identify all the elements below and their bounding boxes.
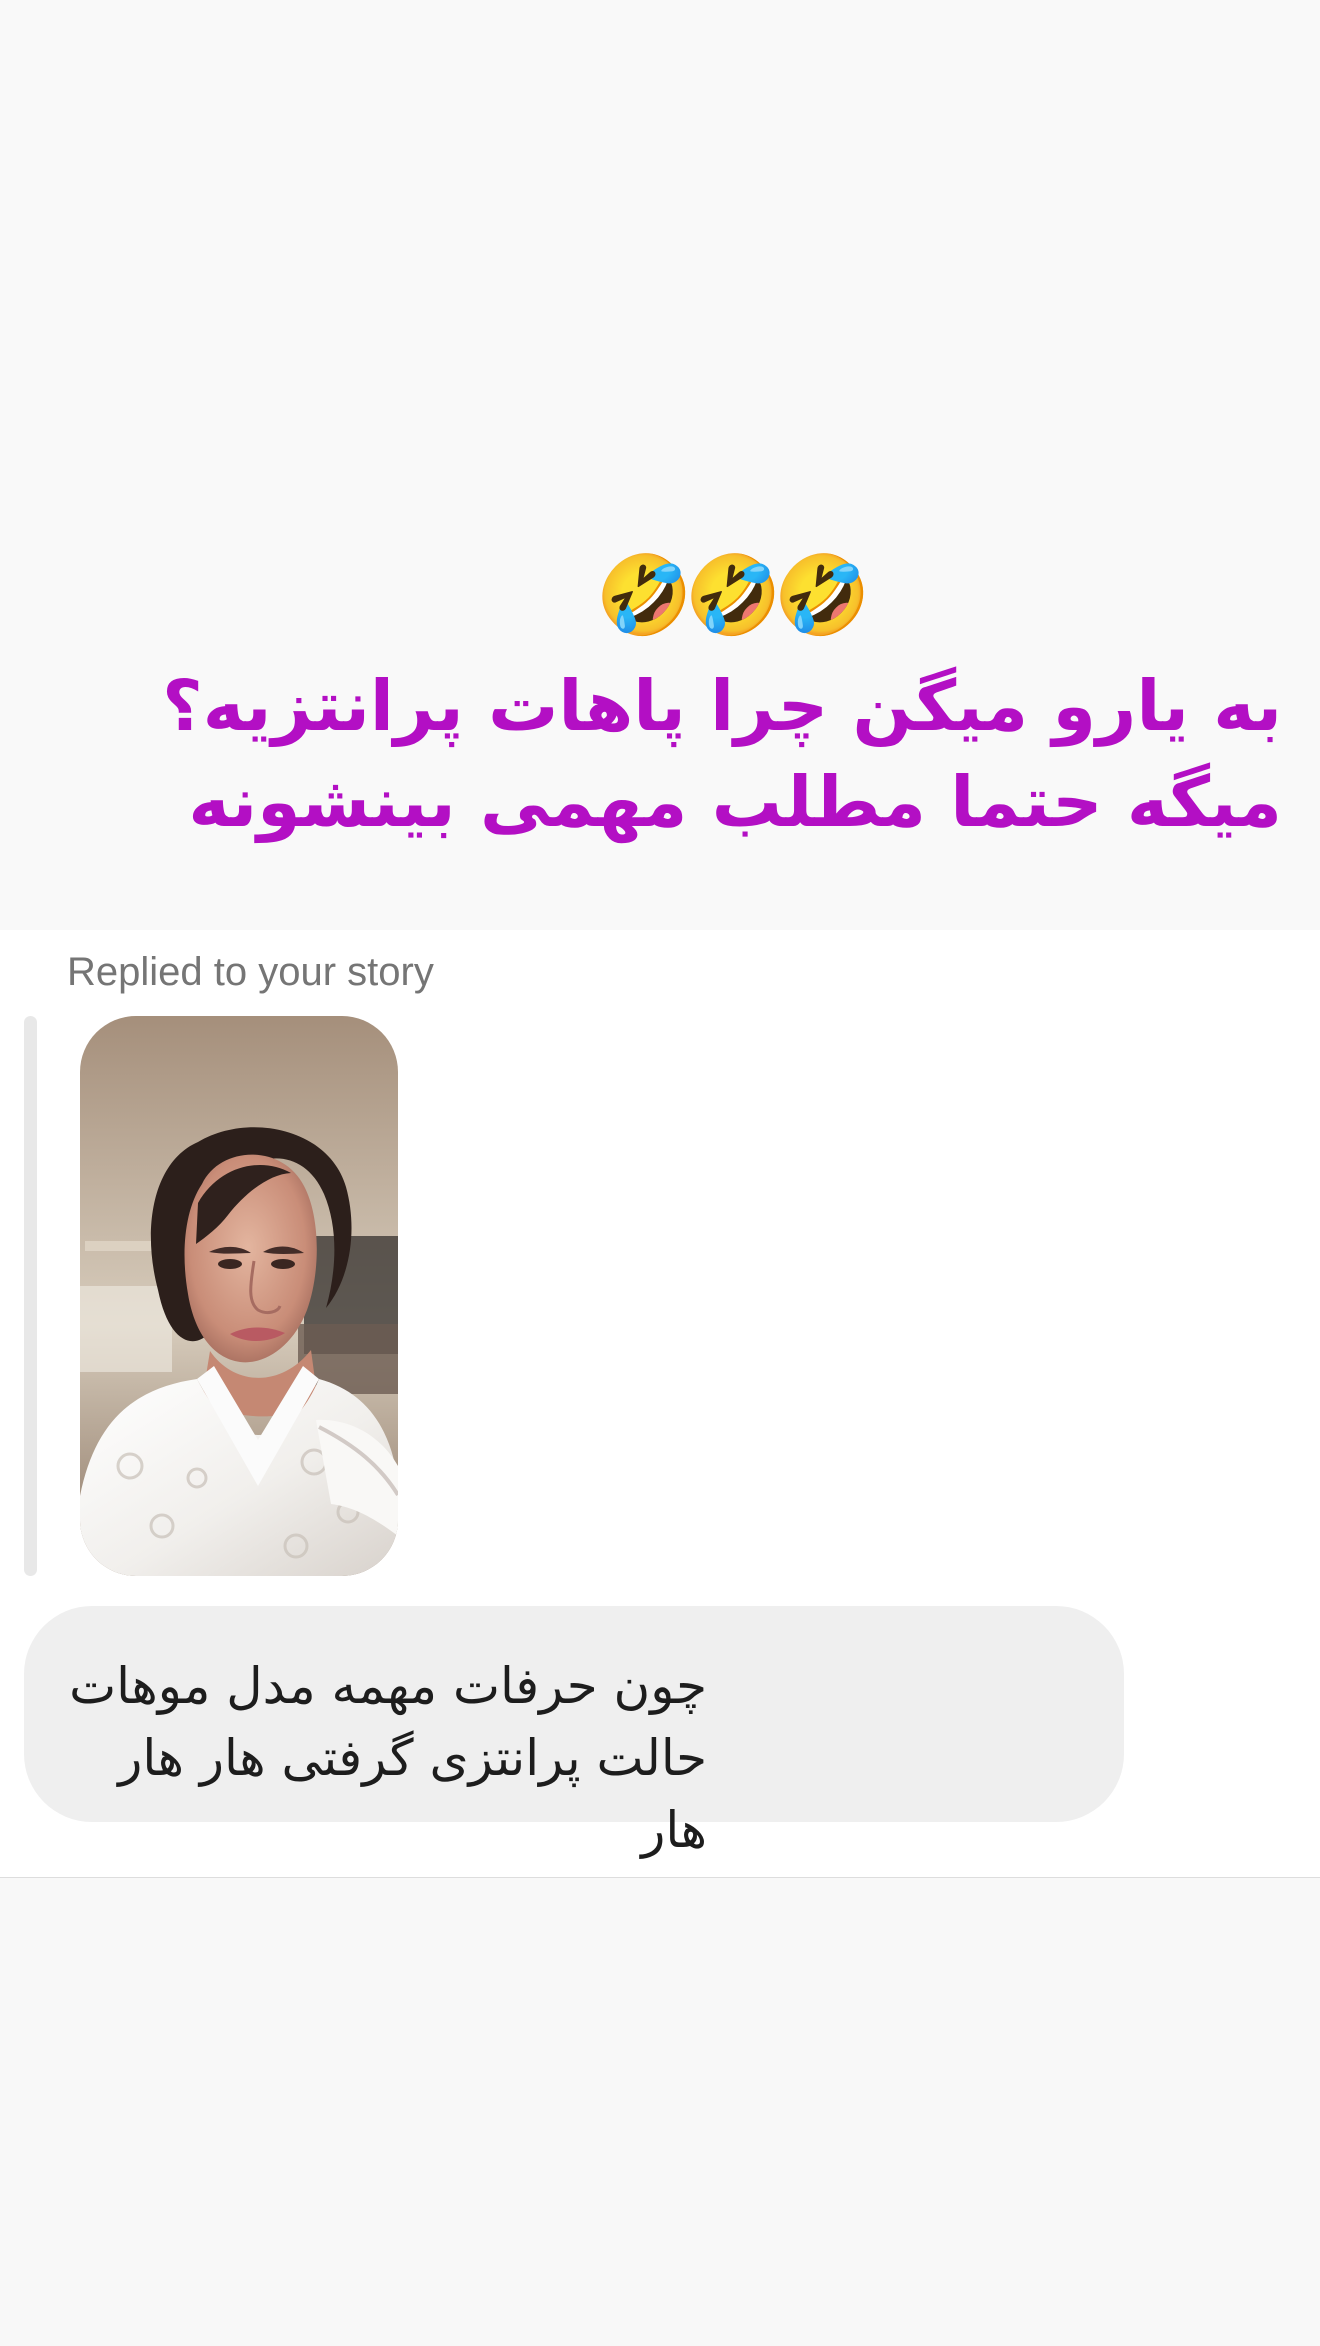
- conversation-area: Replied to your story چون حرفات مهمه مدل…: [0, 930, 1320, 1878]
- story-headline: به یارو میگن چرا پاهات پرانتزیه؟ میگه حت…: [82, 658, 1282, 850]
- story-photo-icon: [80, 1016, 398, 1576]
- laughing-emoji-row: 🤣🤣🤣: [595, 551, 871, 641]
- story-caption: 🤣🤣🤣 به یارو میگن چرا پاهات پرانتزیه؟ میگ…: [0, 0, 1320, 930]
- bottom-empty-area: [0, 1900, 1320, 2346]
- headline-line-2: میگه حتما مطلب مهمی بینشونه: [188, 761, 1282, 843]
- message-text: چون حرفات مهمه مدل موهات حالت پرانتزی گر…: [69, 1657, 707, 1859]
- story-thumbnail[interactable]: [80, 1016, 398, 1576]
- message-bubble[interactable]: چون حرفات مهمه مدل موهات حالت پرانتزی گر…: [24, 1606, 1124, 1859]
- reply-indicator-bar: [24, 1016, 37, 1576]
- conversation-divider: [0, 1877, 1320, 1878]
- replied-to-story-label: Replied to your story: [67, 950, 434, 994]
- headline-line-1: به یارو میگن چرا پاهات پرانتزیه؟: [162, 665, 1282, 747]
